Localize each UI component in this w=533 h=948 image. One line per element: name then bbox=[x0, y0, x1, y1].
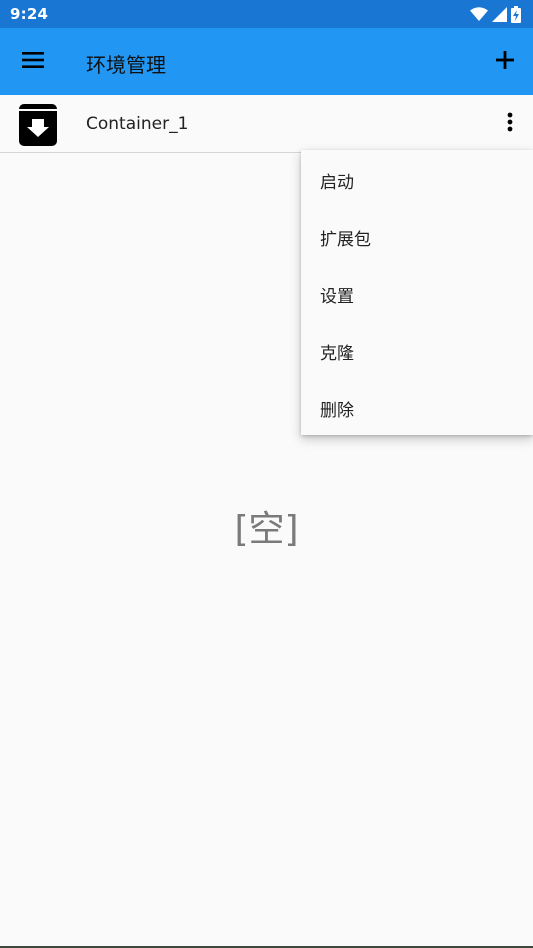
archive-download-icon bbox=[16, 103, 60, 147]
menu-item-clone[interactable]: 克隆 bbox=[301, 323, 533, 380]
context-menu: 启动 扩展包 设置 克隆 删除 bbox=[301, 150, 533, 435]
container-name: Container_1 bbox=[86, 114, 189, 134]
status-icons bbox=[470, 5, 521, 23]
wifi-icon bbox=[470, 7, 488, 21]
menu-button[interactable] bbox=[14, 46, 52, 78]
menu-item-start[interactable]: 启动 bbox=[301, 152, 533, 209]
plus-icon bbox=[496, 51, 514, 73]
status-time: 9:24 bbox=[10, 5, 49, 23]
status-bar: 9:24 bbox=[0, 0, 533, 28]
app-bar: 环境管理 bbox=[0, 28, 533, 95]
signal-icon bbox=[492, 6, 507, 22]
hamburger-menu-icon bbox=[22, 51, 44, 73]
page-title: 环境管理 bbox=[86, 53, 166, 77]
menu-item-extensions[interactable]: 扩展包 bbox=[301, 209, 533, 266]
more-vert-icon bbox=[507, 112, 513, 136]
menu-item-settings[interactable]: 设置 bbox=[301, 266, 533, 323]
empty-state-text: [空] bbox=[234, 509, 299, 550]
menu-item-delete[interactable]: 删除 bbox=[301, 380, 533, 437]
container-list-item[interactable]: Container_1 bbox=[0, 95, 533, 153]
more-options-button[interactable] bbox=[496, 109, 524, 139]
battery-charging-icon bbox=[511, 5, 521, 23]
add-container-button[interactable] bbox=[486, 44, 524, 80]
